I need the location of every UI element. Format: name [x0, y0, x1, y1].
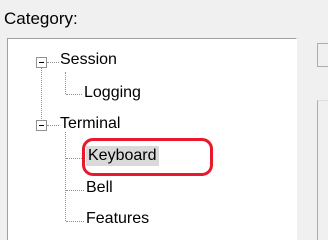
tree-item-session[interactable]: Session [60, 50, 117, 70]
category-label: Category: [4, 9, 78, 28]
right-panel-control[interactable] [317, 43, 328, 67]
tree-item-features[interactable]: Features [86, 209, 149, 229]
tree-connector [66, 221, 84, 222]
tree-item-logging[interactable]: Logging [84, 83, 141, 103]
tree-connector [47, 62, 59, 63]
tree-item-terminal[interactable]: Terminal [60, 114, 120, 134]
collapse-icon[interactable] [36, 120, 47, 131]
tree-connector [66, 94, 82, 95]
tree-connector [66, 190, 84, 191]
right-panel-group [317, 100, 328, 240]
tree-connector [47, 125, 59, 126]
highlight-annotation [82, 138, 213, 176]
collapse-icon[interactable] [36, 57, 47, 68]
tree-connector [65, 132, 66, 221]
tree-connector [65, 72, 66, 94]
tree-connector [41, 67, 42, 127]
category-panel: Category: Session Logging Terminal Keybo… [0, 0, 328, 240]
tree-item-bell[interactable]: Bell [86, 178, 113, 198]
